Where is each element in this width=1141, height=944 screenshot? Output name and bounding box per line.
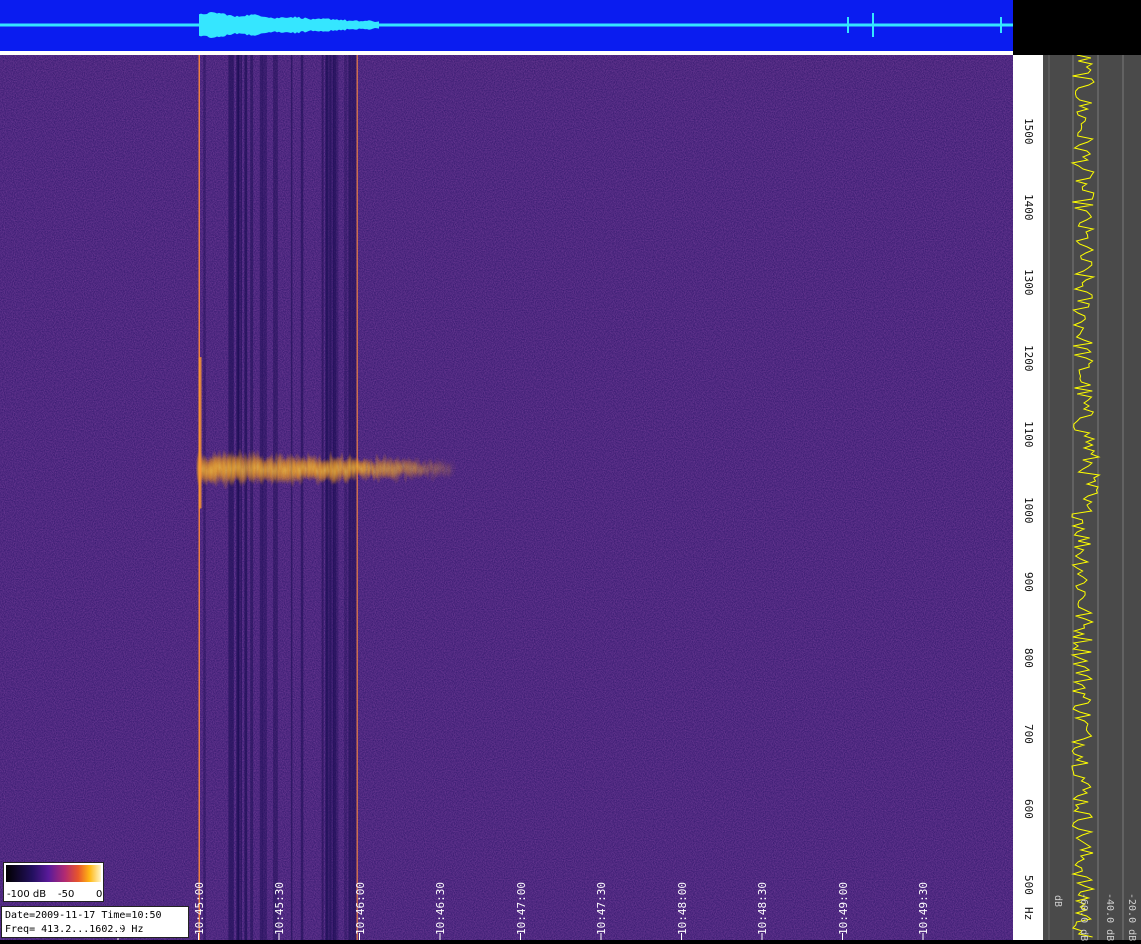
y-tick-label: 1500 xyxy=(1022,118,1035,145)
spectrogram-band xyxy=(203,55,206,940)
spectrum-trace xyxy=(1048,54,1124,940)
spectrogram-onset-line xyxy=(356,55,358,940)
colorbar-gradient xyxy=(6,865,101,882)
waveform-spike xyxy=(1000,17,1002,33)
x-tick-label: 10:45:30 xyxy=(273,882,286,935)
spectrum-db-label: dB xyxy=(1052,895,1063,908)
colorbar-legend: -100 dB -50 0 xyxy=(3,862,104,902)
spectrogram-band xyxy=(244,55,248,940)
waveform-envelope xyxy=(199,12,379,38)
spectrogram-band xyxy=(273,55,278,940)
date-time-line: Date=2009-11-17 Time=10:50 xyxy=(5,910,162,921)
spectrum-line xyxy=(1070,54,1101,938)
spectrum-panel: dB -60.0 dB -40.0 dB -20.0 dB xyxy=(1043,54,1141,942)
waveform-spike xyxy=(847,17,849,33)
x-tick-label: 10:49:30 xyxy=(917,882,930,935)
y-tick-label: 1000 xyxy=(1022,496,1035,524)
colorbar-max-label: 0 xyxy=(96,889,103,900)
y-tick-label: 1400 xyxy=(1022,193,1035,221)
y-tick-label: 900 xyxy=(1022,572,1035,593)
x-tick-label: 10:47:00 xyxy=(514,882,528,935)
spectrogram-plot[interactable] xyxy=(0,55,1013,940)
frequency-axis: 500 600 700 800 900 1000 1100 1200 1300 1400 1500 H… xyxy=(1013,55,1043,940)
spectrogram-band xyxy=(300,55,304,940)
spectrum-db-label: -60.0 dB xyxy=(1078,893,1089,942)
spectrogram-band xyxy=(240,55,242,940)
y-tick-label: 800 xyxy=(1022,647,1035,668)
x-tick-label: 10:46:30 xyxy=(434,882,447,935)
waveform-panel[interactable] xyxy=(0,0,1013,51)
signal-onset-spike xyxy=(198,357,202,509)
y-unit-label: Hz xyxy=(1022,907,1035,921)
y-tick-label: 600 xyxy=(1022,799,1035,820)
x-tick-label: 10:48:30 xyxy=(756,882,769,935)
spectrogram-band xyxy=(290,55,293,940)
spectrum-db-label: -20.0 dB xyxy=(1126,893,1137,942)
spectrogram-band xyxy=(325,55,328,940)
spectrogram-band xyxy=(250,55,254,940)
spectrogram-noise xyxy=(0,55,1013,940)
spectrogram-band xyxy=(259,55,263,940)
signal-mark xyxy=(447,459,457,478)
x-tick-label: 10:49:00 xyxy=(836,882,850,935)
x-tick-label: 10:46:00 xyxy=(353,882,367,935)
colorbar-min-label: -100 dB xyxy=(7,889,47,900)
spectrogram-band xyxy=(348,55,352,940)
info-box: Date=2009-11-17 Time=10:50 Freq= 413.2..… xyxy=(1,906,189,938)
spectrum-db-label: -40.0 dB xyxy=(1104,893,1115,942)
spectrogram-band xyxy=(228,55,234,940)
waveform-trace xyxy=(0,12,1013,38)
y-tick-label: 700 xyxy=(1022,723,1035,744)
x-tick-label: 10:45:00 xyxy=(192,882,206,935)
spectrogram-band xyxy=(344,55,348,940)
spectrogram-band xyxy=(351,55,357,940)
spectrogram-band xyxy=(321,55,324,940)
waveform-spike xyxy=(872,13,874,37)
x-tick-label: 10:48:00 xyxy=(675,882,689,935)
y-tick-label: 1200 xyxy=(1022,345,1035,372)
x-tick-label: 30 xyxy=(112,921,125,935)
top-right-blank xyxy=(1013,0,1141,55)
spectrogram-band xyxy=(262,55,267,940)
y-tick-label: 1100 xyxy=(1022,420,1035,448)
spectrogram-band xyxy=(329,55,334,940)
spectrogram-canvas xyxy=(0,55,1013,940)
y-tick-label: 500 xyxy=(1022,875,1035,895)
y-tick-label: 1300 xyxy=(1022,269,1035,296)
colorbar-mid-label: -50 xyxy=(58,889,75,900)
freq-range-line: Freq= 413.2...1602.9 Hz xyxy=(5,924,144,935)
x-tick-label: 10:47:30 xyxy=(595,882,608,935)
spectrogram-band xyxy=(236,55,240,940)
